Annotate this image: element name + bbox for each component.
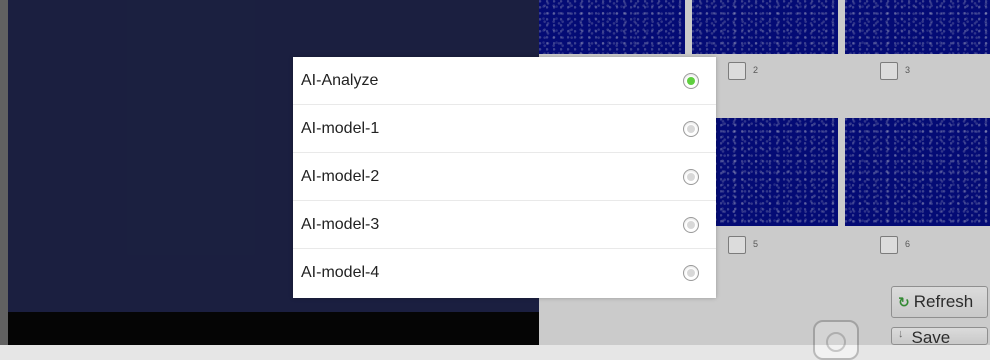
option-ai-analyze[interactable]: AI-Analyze [293,57,716,105]
radio-button[interactable] [683,216,699,233]
radio-button[interactable] [683,265,699,281]
option-label: AI-model-1 [301,119,380,137]
radio-dot-icon [687,220,695,229]
option-label: AI-model-3 [301,215,380,233]
radio-button[interactable] [683,72,699,89]
option-ai-model-1[interactable]: AI-model-1 [293,105,716,153]
option-label: AI-model-4 [301,264,380,281]
radio-dot-icon [687,269,695,277]
model-select-dialog: AI-Analyze AI-model-1 AI-model-2 AI-mode… [293,57,716,298]
option-label: AI-model-2 [301,167,380,185]
radio-dot-icon [687,124,695,133]
radio-button[interactable] [683,120,699,137]
app-window: 2 3 5 6 ↻ Refresh ↓ Save AI-Analyze AI-m… [0,0,990,360]
radio-button[interactable] [683,168,699,185]
option-label: AI-Analyze [301,71,379,89]
option-ai-model-4[interactable]: AI-model-4 [293,249,716,297]
radio-dot-icon [687,172,695,181]
option-ai-model-2[interactable]: AI-model-2 [293,153,716,201]
radio-dot-icon [687,76,695,85]
option-ai-model-3[interactable]: AI-model-3 [293,201,716,249]
